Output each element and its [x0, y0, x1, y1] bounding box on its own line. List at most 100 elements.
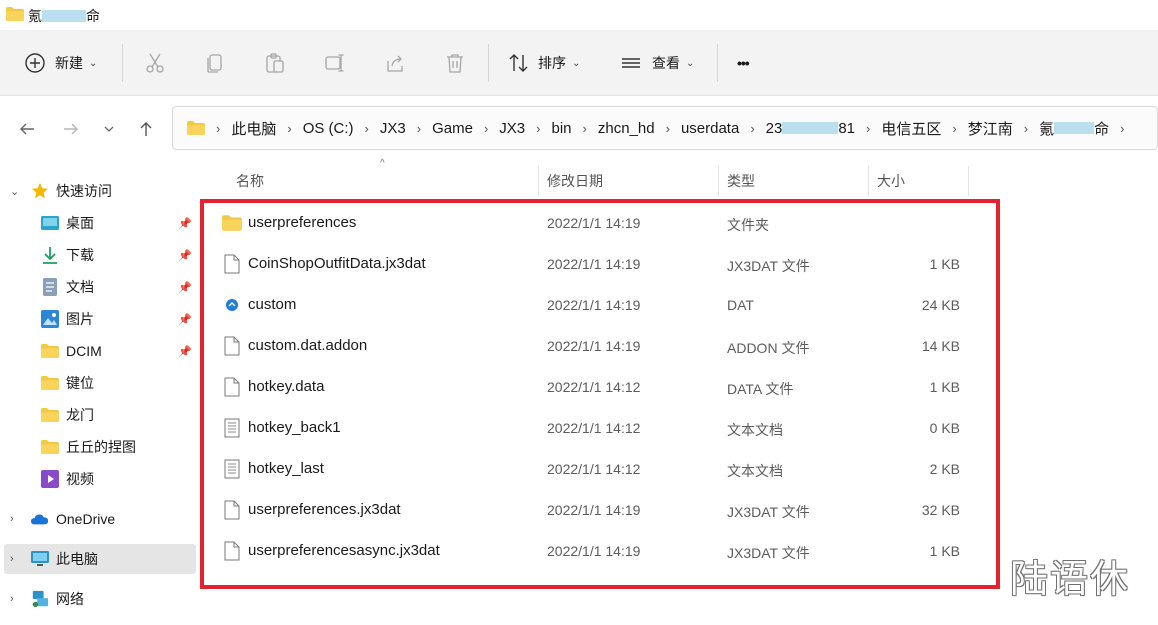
more-options-button[interactable]: •••	[737, 30, 750, 96]
video-icon	[41, 470, 59, 488]
breadcrumb-item-current[interactable]: 氪 命	[1039, 118, 1109, 139]
breadcrumb-item-account[interactable]: 23 81	[766, 120, 855, 137]
chevron-right-icon[interactable]: ›	[10, 553, 14, 565]
chevron-right-icon[interactable]: ›	[10, 513, 14, 525]
chevron-right-icon: ›	[364, 120, 369, 136]
folder-icon	[187, 121, 205, 135]
column-divider[interactable]	[718, 166, 719, 196]
column-divider[interactable]	[868, 166, 869, 196]
redacted-text	[782, 122, 839, 134]
chevron-right-icon: ›	[536, 120, 541, 136]
sidebar-item-label: 快速访问	[56, 183, 112, 199]
redacted-text	[1054, 122, 1095, 134]
command-bar: 新建 ⌄ 排序 ⌄ 查看 ⌄ •••	[0, 30, 1158, 96]
breadcrumb-item[interactable]: 此电脑	[231, 118, 276, 139]
sidebar-item-desktop[interactable]: 桌面 📌	[0, 208, 196, 238]
cut-button[interactable]	[143, 50, 167, 76]
toolbar-separator	[717, 44, 718, 82]
pin-icon[interactable]: 📌	[178, 217, 192, 230]
sidebar-item-videos[interactable]: 视频	[0, 464, 196, 494]
folder-icon	[6, 7, 24, 21]
plus-circle-icon	[25, 53, 45, 73]
redacted-text	[42, 10, 86, 22]
column-divider[interactable]	[538, 166, 539, 196]
back-button[interactable]	[12, 114, 42, 144]
pin-icon[interactable]: 📌	[178, 345, 192, 358]
recent-locations-button[interactable]	[94, 114, 124, 144]
breadcrumb-item[interactable]: OS (C:)	[303, 120, 354, 137]
breadcrumb-item[interactable]: JX3	[380, 120, 406, 137]
sort-button[interactable]: 排序 ⌄	[508, 30, 580, 96]
sidebar-item-face-presets[interactable]: 丘丘的捏图	[0, 432, 196, 462]
sidebar-item-quick-access[interactable]: ⌄ 快速访问	[0, 176, 196, 206]
sort-ascending-icon: ^	[380, 158, 385, 169]
forward-button[interactable]	[56, 114, 86, 144]
delete-icon	[447, 54, 463, 73]
window-title-prefix: 氪	[28, 8, 42, 24]
chevron-right-icon: ›	[750, 120, 755, 136]
breadcrumb-item[interactable]: Game	[432, 120, 473, 137]
up-button[interactable]	[131, 114, 161, 144]
sidebar-item-documents[interactable]: 文档 📌	[0, 272, 196, 302]
window-title: 氪 命	[28, 6, 100, 26]
title-bar: 氪 命	[0, 0, 1158, 30]
column-header-name[interactable]: 名称	[236, 166, 264, 196]
column-divider[interactable]	[968, 166, 969, 196]
chevron-down-icon: ⌄	[89, 57, 98, 69]
sidebar-item-label: 此电脑	[56, 551, 98, 567]
column-header-size[interactable]: 大小	[877, 166, 905, 196]
sidebar-item-onedrive[interactable]: › OneDrive	[0, 504, 196, 534]
download-icon	[41, 247, 59, 264]
copy-icon	[207, 54, 222, 73]
chevron-right-icon: ›	[216, 120, 221, 136]
desktop-icon	[41, 215, 59, 231]
sidebar-item-downloads[interactable]: 下载 📌	[0, 240, 196, 270]
paste-button[interactable]	[263, 50, 287, 76]
sidebar-item-label: 丘丘的捏图	[66, 439, 136, 455]
delete-button[interactable]	[443, 50, 467, 76]
share-icon	[387, 55, 403, 72]
rename-icon	[325, 54, 344, 72]
sidebar-item-this-pc[interactable]: › 此电脑	[4, 544, 196, 574]
star-icon	[31, 183, 49, 199]
sidebar-item-label: 网络	[56, 591, 84, 607]
share-button[interactable]	[384, 50, 408, 76]
sidebar-item-label: DCIM	[66, 343, 102, 359]
column-header-date[interactable]: 修改日期	[547, 166, 603, 196]
chevron-right-icon: ›	[952, 120, 957, 136]
sidebar-item-keybinds[interactable]: 键位	[0, 368, 196, 398]
breadcrumb-item[interactable]: userdata	[681, 120, 739, 137]
toolbar-separator	[122, 44, 123, 82]
chevron-right-icon[interactable]: ›	[10, 593, 14, 605]
sidebar-item-label: 图片	[66, 311, 94, 327]
current-suffix: 命	[1094, 120, 1110, 138]
pin-icon[interactable]: 📌	[178, 249, 192, 262]
column-header-type[interactable]: 类型	[727, 166, 755, 196]
navigation-pane: ⌄ 快速访问 桌面 📌 下载 📌 文档 📌 图片 📌 DCIM 📌 键位 龙门 …	[0, 170, 200, 625]
copy-button[interactable]	[203, 50, 227, 76]
computer-icon	[31, 551, 49, 567]
rename-button[interactable]	[323, 50, 347, 76]
navigation-bar: › 此电脑 › OS (C:) › JX3 › Game › JX3 › bin…	[0, 96, 1158, 162]
sidebar-item-label: OneDrive	[56, 511, 116, 527]
chevron-down-icon[interactable]: ⌄	[10, 185, 19, 198]
breadcrumb-item[interactable]: 梦江南	[968, 118, 1013, 139]
cut-icon	[146, 53, 164, 73]
breadcrumb-item[interactable]: zhcn_hd	[598, 120, 655, 137]
view-button[interactable]: 查看 ⌄	[620, 30, 694, 96]
chevron-down-icon: ⌄	[686, 57, 695, 69]
sidebar-item-label: 文档	[66, 279, 94, 295]
pin-icon[interactable]: 📌	[178, 313, 192, 326]
account-suffix: 81	[838, 119, 856, 137]
breadcrumb-item[interactable]: bin	[552, 120, 572, 137]
breadcrumb-item[interactable]: JX3	[499, 120, 525, 137]
pin-icon[interactable]: 📌	[178, 281, 192, 294]
breadcrumb-item[interactable]: 电信五区	[881, 118, 941, 139]
sidebar-item-pictures[interactable]: 图片 📌	[0, 304, 196, 334]
sidebar-item-dcim[interactable]: DCIM 📌	[0, 336, 196, 366]
new-button[interactable]: 新建 ⌄	[24, 30, 97, 96]
address-bar[interactable]: › 此电脑 › OS (C:) › JX3 › Game › JX3 › bin…	[172, 106, 1158, 150]
sidebar-item-network[interactable]: › 网络	[0, 584, 196, 614]
sidebar-item-longmen[interactable]: 龙门	[0, 400, 196, 430]
view-button-label: 查看	[652, 55, 680, 71]
